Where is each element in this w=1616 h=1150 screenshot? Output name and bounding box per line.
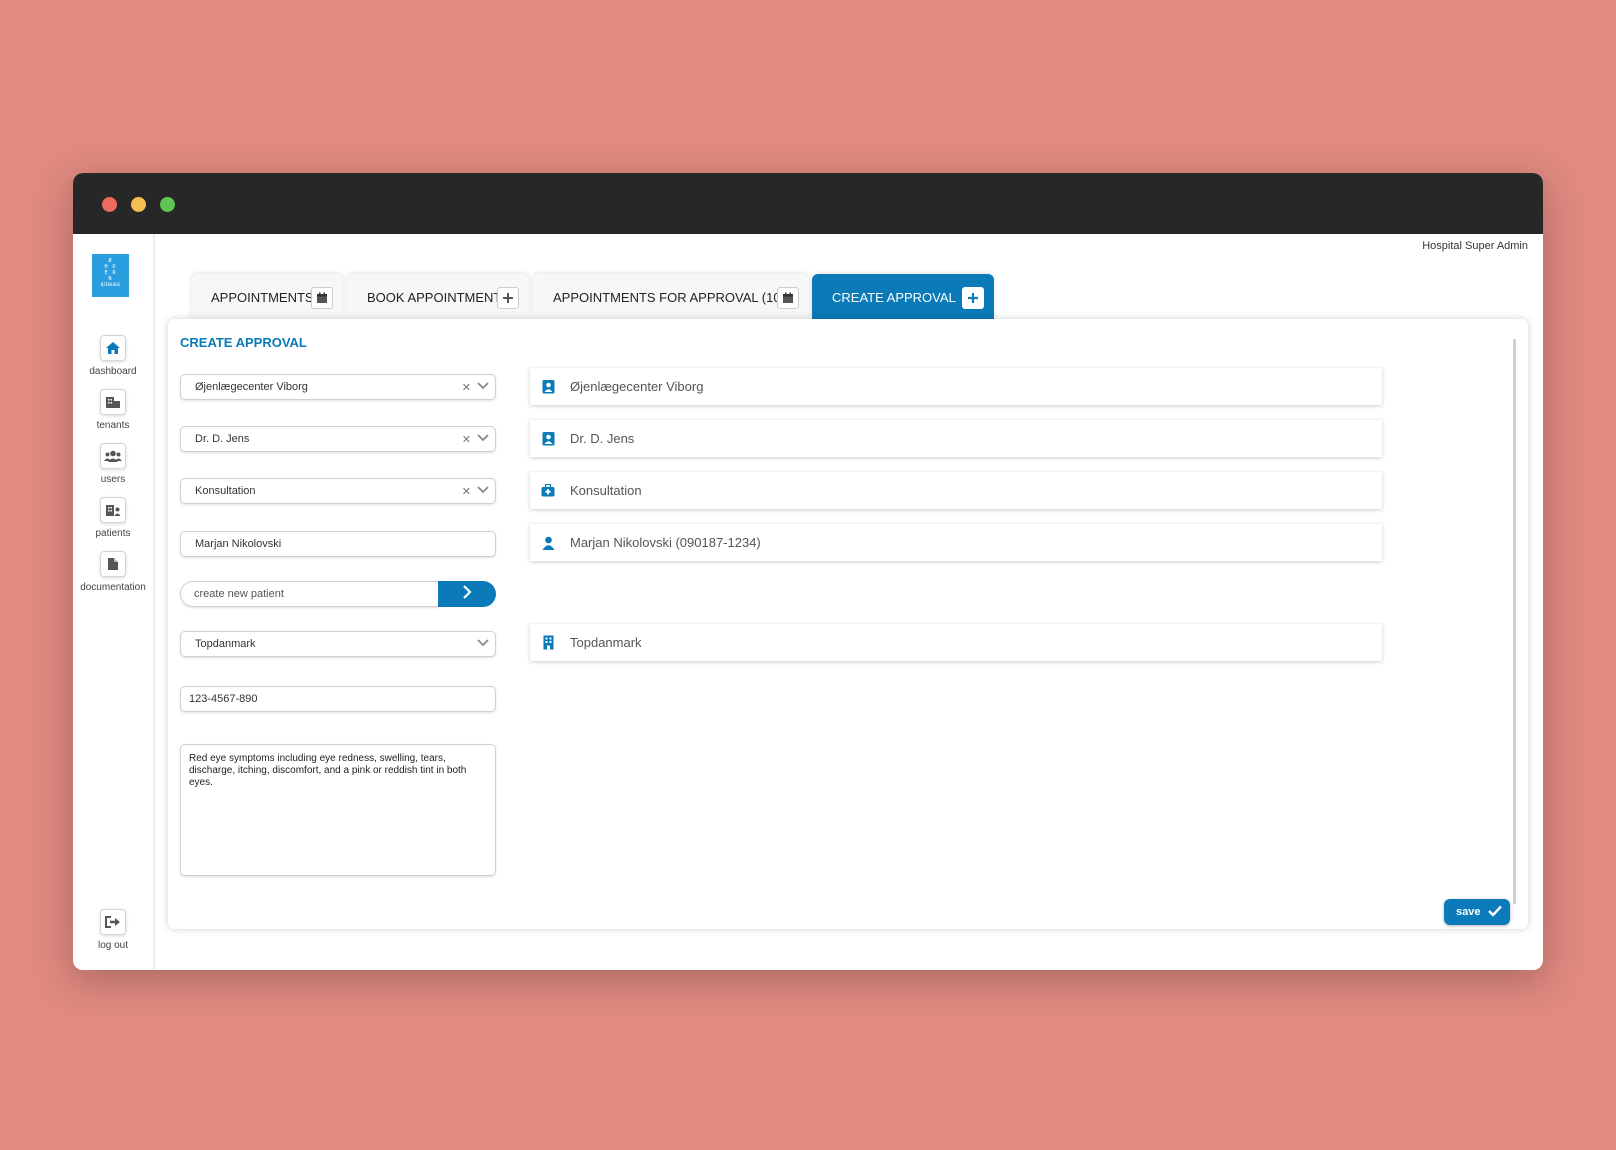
- sidebar-item-patients[interactable]: patients: [73, 497, 153, 539]
- doctor-select-value: Dr. D. Jens: [195, 433, 250, 445]
- sign-out-icon: [100, 909, 126, 935]
- clear-icon[interactable]: ✕: [462, 485, 471, 498]
- tab-book-appointment[interactable]: BOOK APPOINTMENT: [347, 274, 529, 320]
- summary-service: Konsultation: [530, 472, 1382, 509]
- user-icon: [540, 536, 556, 550]
- close-window-button[interactable]: [102, 197, 117, 212]
- summary-service-text: Konsultation: [570, 483, 642, 498]
- building-user-icon: [100, 497, 126, 523]
- tab-label: CREATE APPROVAL: [832, 289, 956, 305]
- chevron-right-icon: [462, 584, 472, 604]
- logo-text-line: ØJENLÆGE: [100, 282, 121, 287]
- service-select-value: Konsultation: [195, 485, 256, 497]
- tab-label: APPOINTMENTS FOR APPROVAL (10): [553, 289, 785, 305]
- summary-patient-text: Marjan Nikolovski (090187-1234): [570, 535, 761, 550]
- phone-input[interactable]: 123-4567-890: [180, 686, 496, 712]
- save-button[interactable]: save: [1444, 899, 1510, 925]
- building-icon: [100, 389, 126, 415]
- panel-title: CREATE APPROVAL: [180, 335, 307, 350]
- notes-text: Red eye symptoms including eye redness, …: [189, 753, 467, 788]
- save-button-label: save: [1456, 906, 1481, 918]
- calendar-icon: [777, 287, 799, 309]
- tab-appointments-for-approval[interactable]: APPOINTMENTS FOR APPROVAL (10): [533, 274, 809, 320]
- chevron-down-icon[interactable]: [477, 381, 489, 394]
- plus-icon: [962, 287, 984, 309]
- insurance-select[interactable]: Topdanmark: [180, 631, 496, 657]
- maximize-window-button[interactable]: [160, 197, 175, 212]
- create-approval-panel: CREATE APPROVAL Øjenlægecenter Viborg ✕ …: [168, 319, 1528, 929]
- file-icon: [100, 551, 126, 577]
- minimize-window-button[interactable]: [131, 197, 146, 212]
- patient-input-value: Marjan Nikolovski: [195, 538, 282, 550]
- sidebar-item-label: tenants: [96, 420, 130, 431]
- tab-label: BOOK APPOINTMENT: [367, 289, 502, 305]
- summary-clinic: Øjenlægecenter Viborg: [530, 368, 1382, 405]
- summary-clinic-text: Øjenlægecenter Viborg: [570, 379, 704, 394]
- tab-label: APPOINTMENTS: [211, 289, 314, 305]
- sidebar-item-tenants[interactable]: tenants: [73, 389, 153, 431]
- logout-label: log out: [97, 940, 129, 951]
- sidebar-item-label: dashboard: [89, 366, 137, 377]
- sidebar: Ø H D E R N ØJENLÆGE dashboard tenants u…: [73, 234, 155, 970]
- sidebar-item-label: patients: [95, 528, 131, 539]
- sidebar-item-users[interactable]: users: [73, 443, 153, 485]
- create-patient-button[interactable]: [438, 581, 496, 607]
- chevron-down-icon[interactable]: [477, 485, 489, 498]
- doctor-select[interactable]: Dr. D. Jens ✕: [180, 426, 496, 452]
- summary-patient: Marjan Nikolovski (090187-1234): [530, 524, 1382, 561]
- tab-appointments[interactable]: APPOINTMENTS: [191, 274, 343, 320]
- sidebar-item-label: users: [100, 474, 126, 485]
- patient-input[interactable]: Marjan Nikolovski: [180, 531, 496, 557]
- users-icon: [100, 443, 126, 469]
- logout-button[interactable]: log out: [73, 909, 153, 951]
- notes-textarea[interactable]: Red eye symptoms including eye redness, …: [180, 744, 496, 876]
- create-new-patient-input[interactable]: create new patient: [180, 581, 438, 607]
- doctor-badge-icon: [540, 379, 556, 394]
- doctor-badge-icon: [540, 431, 556, 446]
- home-icon: [100, 335, 126, 361]
- scrollbar[interactable]: [1513, 339, 1516, 904]
- plus-icon: [497, 287, 519, 309]
- summary-insurance: Topdanmark: [530, 624, 1382, 661]
- medkit-icon: [540, 484, 556, 497]
- calendar-icon: [311, 287, 333, 309]
- sidebar-item-documentation[interactable]: documentation: [73, 551, 153, 593]
- app-logo[interactable]: Ø H D E R N ØJENLÆGE: [92, 254, 129, 297]
- sidebar-item-dashboard[interactable]: dashboard: [73, 335, 153, 377]
- clear-icon[interactable]: ✕: [462, 381, 471, 394]
- building-icon: [540, 635, 556, 650]
- title-bar: [73, 173, 1543, 234]
- app-window: Ø H D E R N ØJENLÆGE dashboard tenants u…: [73, 173, 1543, 970]
- summary-doctor: Dr. D. Jens: [530, 420, 1382, 457]
- sidebar-item-label: documentation: [80, 582, 146, 593]
- create-patient-row: create new patient: [180, 581, 496, 607]
- summary-insurance-text: Topdanmark: [570, 635, 642, 650]
- insurance-select-value: Topdanmark: [195, 638, 256, 650]
- service-select[interactable]: Konsultation ✕: [180, 478, 496, 504]
- summary-doctor-text: Dr. D. Jens: [570, 431, 635, 446]
- check-icon: [1488, 905, 1502, 920]
- tab-create-approval[interactable]: CREATE APPROVAL: [812, 274, 994, 320]
- phone-input-value: 123-4567-890: [189, 693, 258, 705]
- clear-icon[interactable]: ✕: [462, 433, 471, 446]
- clinic-select[interactable]: Øjenlægecenter Viborg ✕: [180, 374, 496, 400]
- clinic-select-value: Øjenlægecenter Viborg: [195, 381, 308, 393]
- chevron-down-icon[interactable]: [477, 638, 489, 651]
- create-patient-placeholder: create new patient: [194, 588, 284, 600]
- user-role-label: Hospital Super Admin: [1422, 240, 1528, 252]
- chevron-down-icon[interactable]: [477, 433, 489, 446]
